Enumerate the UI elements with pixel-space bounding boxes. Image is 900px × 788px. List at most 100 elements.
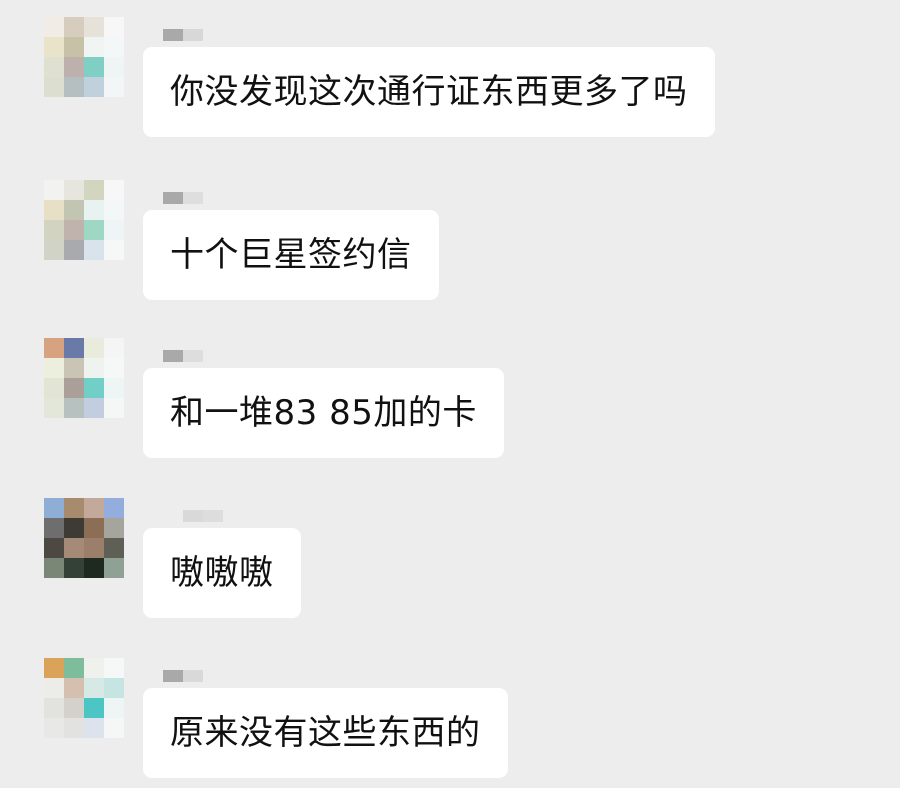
sender-name-redacted bbox=[163, 670, 203, 682]
avatar-pixel bbox=[44, 17, 64, 37]
avatar-pixel bbox=[64, 77, 84, 97]
avatar-pixel bbox=[44, 658, 64, 678]
sender-name-pixel bbox=[163, 670, 183, 682]
avatar-pixel bbox=[84, 57, 104, 77]
avatar-pixel bbox=[104, 658, 124, 678]
avatar-pixel bbox=[104, 518, 124, 538]
avatar-pixel bbox=[44, 338, 64, 358]
avatar-pixel bbox=[104, 220, 124, 240]
avatar-pixel bbox=[64, 338, 84, 358]
avatar-pixel bbox=[64, 378, 84, 398]
chat-message-list[interactable]: 你没发现这次通行证东西更多了吗 十个巨星签约信 和一堆83 85加的卡 嗷嗷嗷 … bbox=[0, 0, 900, 788]
avatar-pixel bbox=[104, 200, 124, 220]
avatar-pixel bbox=[64, 658, 84, 678]
avatar-pixel bbox=[64, 698, 84, 718]
sender-name-pixel bbox=[203, 510, 223, 522]
avatar-pixel bbox=[64, 57, 84, 77]
avatar-pixel bbox=[84, 180, 104, 200]
sender-name-redacted bbox=[163, 192, 203, 204]
avatar-pixel bbox=[64, 398, 84, 418]
avatar-pixel bbox=[64, 498, 84, 518]
avatar-pixel bbox=[44, 718, 64, 738]
avatar-pixel bbox=[44, 678, 64, 698]
avatar-pixel bbox=[104, 398, 124, 418]
avatar-pixel bbox=[44, 240, 64, 260]
avatar-pixel bbox=[64, 17, 84, 37]
avatar-pixel bbox=[64, 37, 84, 57]
avatar-pixel bbox=[64, 220, 84, 240]
sender-name-pixel bbox=[183, 350, 203, 362]
avatar-pixel bbox=[64, 518, 84, 538]
avatar-pixel bbox=[104, 358, 124, 378]
avatar-pixel bbox=[64, 200, 84, 220]
avatar-pixel bbox=[44, 180, 64, 200]
avatar-pixel bbox=[84, 518, 104, 538]
avatar-pixel bbox=[84, 538, 104, 558]
sender-name-pixel bbox=[183, 670, 203, 682]
avatar-pixel bbox=[44, 558, 64, 578]
avatar-pixel bbox=[104, 240, 124, 260]
avatar-pixel bbox=[44, 57, 64, 77]
avatar-pixel bbox=[44, 378, 64, 398]
avatar-pixel bbox=[44, 398, 64, 418]
avatar-pixel bbox=[104, 378, 124, 398]
avatar-pixel bbox=[84, 558, 104, 578]
sender-avatar[interactable] bbox=[44, 180, 124, 260]
sender-name-pixel bbox=[183, 192, 203, 204]
sender-avatar[interactable] bbox=[44, 498, 124, 578]
avatar-pixel bbox=[44, 358, 64, 378]
avatar-pixel bbox=[104, 57, 124, 77]
avatar-pixel bbox=[84, 338, 104, 358]
avatar-pixel bbox=[84, 358, 104, 378]
avatar-pixel bbox=[104, 538, 124, 558]
avatar-pixel bbox=[104, 37, 124, 57]
avatar-pixel bbox=[84, 658, 104, 678]
avatar-pixel bbox=[84, 378, 104, 398]
avatar-pixel bbox=[64, 240, 84, 260]
avatar-pixel bbox=[44, 37, 64, 57]
avatar-pixel bbox=[104, 180, 124, 200]
avatar-pixel bbox=[84, 498, 104, 518]
avatar-pixel bbox=[84, 17, 104, 37]
sender-name-redacted bbox=[163, 350, 203, 362]
avatar-pixel bbox=[44, 220, 64, 240]
sender-name-redacted bbox=[183, 510, 223, 522]
message-bubble[interactable]: 嗷嗷嗷 bbox=[143, 528, 301, 618]
avatar-pixel bbox=[64, 358, 84, 378]
avatar-pixel bbox=[104, 718, 124, 738]
avatar-pixel bbox=[44, 698, 64, 718]
avatar-pixel bbox=[44, 200, 64, 220]
sender-avatar[interactable] bbox=[44, 17, 124, 97]
avatar-pixel bbox=[44, 77, 64, 97]
avatar-pixel bbox=[64, 538, 84, 558]
avatar-pixel bbox=[104, 498, 124, 518]
sender-name-redacted bbox=[163, 29, 203, 41]
avatar-pixel bbox=[84, 240, 104, 260]
avatar-pixel bbox=[84, 678, 104, 698]
avatar-pixel bbox=[104, 698, 124, 718]
avatar-pixel bbox=[104, 678, 124, 698]
avatar-pixel bbox=[104, 17, 124, 37]
avatar-pixel bbox=[44, 518, 64, 538]
message-bubble[interactable]: 和一堆83 85加的卡 bbox=[143, 368, 504, 458]
avatar-pixel bbox=[64, 180, 84, 200]
avatar-pixel bbox=[84, 37, 104, 57]
avatar-pixel bbox=[104, 558, 124, 578]
avatar-pixel bbox=[64, 718, 84, 738]
avatar-pixel bbox=[84, 200, 104, 220]
message-bubble[interactable]: 原来没有这些东西的 bbox=[143, 688, 508, 778]
avatar-pixel bbox=[44, 538, 64, 558]
sender-name-pixel bbox=[163, 350, 183, 362]
message-bubble[interactable]: 你没发现这次通行证东西更多了吗 bbox=[143, 47, 715, 137]
avatar-pixel bbox=[84, 220, 104, 240]
avatar-pixel bbox=[84, 698, 104, 718]
avatar-pixel bbox=[84, 718, 104, 738]
sender-name-pixel bbox=[163, 29, 183, 41]
sender-name-pixel bbox=[163, 192, 183, 204]
avatar-pixel bbox=[84, 398, 104, 418]
avatar-pixel bbox=[84, 77, 104, 97]
message-bubble[interactable]: 十个巨星签约信 bbox=[143, 210, 439, 300]
sender-avatar[interactable] bbox=[44, 338, 124, 418]
sender-avatar[interactable] bbox=[44, 658, 124, 738]
avatar-pixel bbox=[64, 678, 84, 698]
